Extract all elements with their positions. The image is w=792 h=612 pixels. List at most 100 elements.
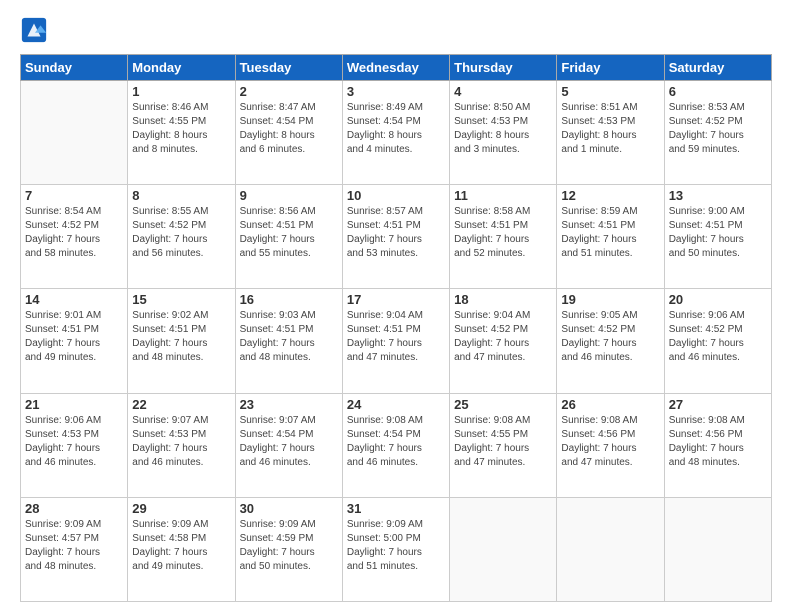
weekday-sunday: Sunday — [21, 55, 128, 81]
day-cell: 8Sunrise: 8:55 AM Sunset: 4:52 PM Daylig… — [128, 185, 235, 289]
day-info: Sunrise: 9:09 AM Sunset: 5:00 PM Dayligh… — [347, 518, 445, 574]
day-info: Sunrise: 9:08 AM Sunset: 4:56 PM Dayligh… — [669, 414, 767, 470]
day-cell: 31 Sunrise: 9:09 AM Sunset: 5:00 PM Dayli… — [342, 497, 449, 601]
weekday-friday: Friday — [557, 55, 664, 81]
day-info: Sunrise: 8:57 AM Sunset: 4:51 PM Dayligh… — [347, 205, 445, 261]
day-number: 13 — [669, 188, 767, 203]
day-cell: 3 Sunrise: 8:49 AM Sunset: 4:54 PM Daylig… — [342, 81, 449, 185]
day-cell: 21Sunrise: 9:06 AM Sunset: 4:53 PM Dayli… — [21, 393, 128, 497]
weekday-wednesday: Wednesday — [342, 55, 449, 81]
weekday-monday: Monday — [128, 55, 235, 81]
day-info: Sunrise: 8:51 AM Sunset: 4:53 PM Dayligh… — [561, 101, 659, 157]
day-info: Sunrise: 9:08 AM Sunset: 4:55 PM Dayligh… — [454, 414, 552, 470]
day-cell — [450, 497, 557, 601]
day-number: 27 — [669, 397, 767, 412]
day-cell: 29 Sunrise: 9:09 AM Sunset: 4:58 PM Dayli… — [128, 497, 235, 601]
day-info: Sunrise: 9:01 AM Sunset: 4:51 PM Dayligh… — [25, 309, 123, 365]
day-cell: 20Sunrise: 9:06 AM Sunset: 4:52 PM Dayli… — [664, 289, 771, 393]
day-cell: 18 Sunrise: 9:04 AM Sunset: 4:52 PM Dayli… — [450, 289, 557, 393]
day-cell: 1Sunrise: 8:46 AM Sunset: 4:55 PM Daylig… — [128, 81, 235, 185]
day-cell: 12 Sunrise: 8:59 AM Sunset: 4:51 PM Dayli… — [557, 185, 664, 289]
week-row-2: 7 Sunrise: 8:54 AM Sunset: 4:52 PM Daylig… — [21, 185, 772, 289]
header — [20, 16, 772, 44]
day-info: Sunrise: 8:50 AM Sunset: 4:53 PM Dayligh… — [454, 101, 552, 157]
weekday-saturday: Saturday — [664, 55, 771, 81]
day-cell: 10 Sunrise: 8:57 AM Sunset: 4:51 PM Dayli… — [342, 185, 449, 289]
day-cell: 30 Sunrise: 9:09 AM Sunset: 4:59 PM Dayli… — [235, 497, 342, 601]
day-cell: 13 Sunrise: 9:00 AM Sunset: 4:51 PM Dayli… — [664, 185, 771, 289]
day-number: 24 — [347, 397, 445, 412]
day-cell — [664, 497, 771, 601]
day-cell: 4 Sunrise: 8:50 AM Sunset: 4:53 PM Daylig… — [450, 81, 557, 185]
day-info: Sunrise: 8:54 AM Sunset: 4:52 PM Dayligh… — [25, 205, 123, 261]
day-number: 26 — [561, 397, 659, 412]
day-number: 22 — [132, 397, 230, 412]
day-number: 4 — [454, 84, 552, 99]
day-info: Sunrise: 8:46 AM Sunset: 4:55 PM Dayligh… — [132, 101, 230, 157]
day-number: 10 — [347, 188, 445, 203]
day-number: 5 — [561, 84, 659, 99]
day-info: Sunrise: 9:05 AM Sunset: 4:52 PM Dayligh… — [561, 309, 659, 365]
calendar-page: SundayMondayTuesdayWednesdayThursdayFrid… — [0, 0, 792, 612]
day-info: Sunrise: 8:53 AM Sunset: 4:52 PM Dayligh… — [669, 101, 767, 157]
day-cell: 6 Sunrise: 8:53 AM Sunset: 4:52 PM Daylig… — [664, 81, 771, 185]
day-cell: 5 Sunrise: 8:51 AM Sunset: 4:53 PM Daylig… — [557, 81, 664, 185]
day-cell: 7 Sunrise: 8:54 AM Sunset: 4:52 PM Daylig… — [21, 185, 128, 289]
day-info: Sunrise: 9:07 AM Sunset: 4:53 PM Dayligh… — [132, 414, 230, 470]
day-number: 11 — [454, 188, 552, 203]
weekday-header-row: SundayMondayTuesdayWednesdayThursdayFrid… — [21, 55, 772, 81]
day-info: Sunrise: 8:59 AM Sunset: 4:51 PM Dayligh… — [561, 205, 659, 261]
day-info: Sunrise: 9:04 AM Sunset: 4:51 PM Dayligh… — [347, 309, 445, 365]
day-cell: 17 Sunrise: 9:04 AM Sunset: 4:51 PM Dayli… — [342, 289, 449, 393]
day-info: Sunrise: 8:56 AM Sunset: 4:51 PM Dayligh… — [240, 205, 338, 261]
day-info: Sunrise: 8:58 AM Sunset: 4:51 PM Dayligh… — [454, 205, 552, 261]
day-cell: 16 Sunrise: 9:03 AM Sunset: 4:51 PM Dayli… — [235, 289, 342, 393]
day-cell: 24 Sunrise: 9:08 AM Sunset: 4:54 PM Dayli… — [342, 393, 449, 497]
day-info: Sunrise: 9:09 AM Sunset: 4:58 PM Dayligh… — [132, 518, 230, 574]
day-info: Sunrise: 9:04 AM Sunset: 4:52 PM Dayligh… — [454, 309, 552, 365]
day-cell: 14 Sunrise: 9:01 AM Sunset: 4:51 PM Dayli… — [21, 289, 128, 393]
day-number: 7 — [25, 188, 123, 203]
day-number: 8 — [132, 188, 230, 203]
day-cell: 22 Sunrise: 9:07 AM Sunset: 4:53 PM Dayli… — [128, 393, 235, 497]
day-number: 31 — [347, 501, 445, 516]
week-row-5: 28 Sunrise: 9:09 AM Sunset: 4:57 PM Dayli… — [21, 497, 772, 601]
day-number: 16 — [240, 292, 338, 307]
day-number: 21 — [25, 397, 123, 412]
day-number: 6 — [669, 84, 767, 99]
day-number: 28 — [25, 501, 123, 516]
day-info: Sunrise: 8:49 AM Sunset: 4:54 PM Dayligh… — [347, 101, 445, 157]
day-info: Sunrise: 9:09 AM Sunset: 4:59 PM Dayligh… — [240, 518, 338, 574]
day-number: 29 — [132, 501, 230, 516]
day-number: 14 — [25, 292, 123, 307]
day-number: 30 — [240, 501, 338, 516]
day-number: 15 — [132, 292, 230, 307]
day-info: Sunrise: 9:00 AM Sunset: 4:51 PM Dayligh… — [669, 205, 767, 261]
day-info: Sunrise: 9:07 AM Sunset: 4:54 PM Dayligh… — [240, 414, 338, 470]
day-cell: 11 Sunrise: 8:58 AM Sunset: 4:51 PM Dayli… — [450, 185, 557, 289]
logo-icon — [20, 16, 48, 44]
day-cell: 23 Sunrise: 9:07 AM Sunset: 4:54 PM Dayli… — [235, 393, 342, 497]
day-number: 12 — [561, 188, 659, 203]
calendar-table: SundayMondayTuesdayWednesdayThursdayFrid… — [20, 54, 772, 602]
day-info: Sunrise: 9:03 AM Sunset: 4:51 PM Dayligh… — [240, 309, 338, 365]
weekday-thursday: Thursday — [450, 55, 557, 81]
day-number: 3 — [347, 84, 445, 99]
day-cell: 25Sunrise: 9:08 AM Sunset: 4:55 PM Dayli… — [450, 393, 557, 497]
day-number: 2 — [240, 84, 338, 99]
week-row-4: 21Sunrise: 9:06 AM Sunset: 4:53 PM Dayli… — [21, 393, 772, 497]
day-number: 23 — [240, 397, 338, 412]
day-cell: 26Sunrise: 9:08 AM Sunset: 4:56 PM Dayli… — [557, 393, 664, 497]
weekday-tuesday: Tuesday — [235, 55, 342, 81]
day-info: Sunrise: 8:47 AM Sunset: 4:54 PM Dayligh… — [240, 101, 338, 157]
day-number: 18 — [454, 292, 552, 307]
day-cell: 19 Sunrise: 9:05 AM Sunset: 4:52 PM Dayli… — [557, 289, 664, 393]
logo — [20, 16, 50, 44]
day-info: Sunrise: 9:08 AM Sunset: 4:54 PM Dayligh… — [347, 414, 445, 470]
day-number: 9 — [240, 188, 338, 203]
day-cell — [557, 497, 664, 601]
day-info: Sunrise: 9:09 AM Sunset: 4:57 PM Dayligh… — [25, 518, 123, 574]
day-number: 17 — [347, 292, 445, 307]
day-number: 19 — [561, 292, 659, 307]
day-cell — [21, 81, 128, 185]
